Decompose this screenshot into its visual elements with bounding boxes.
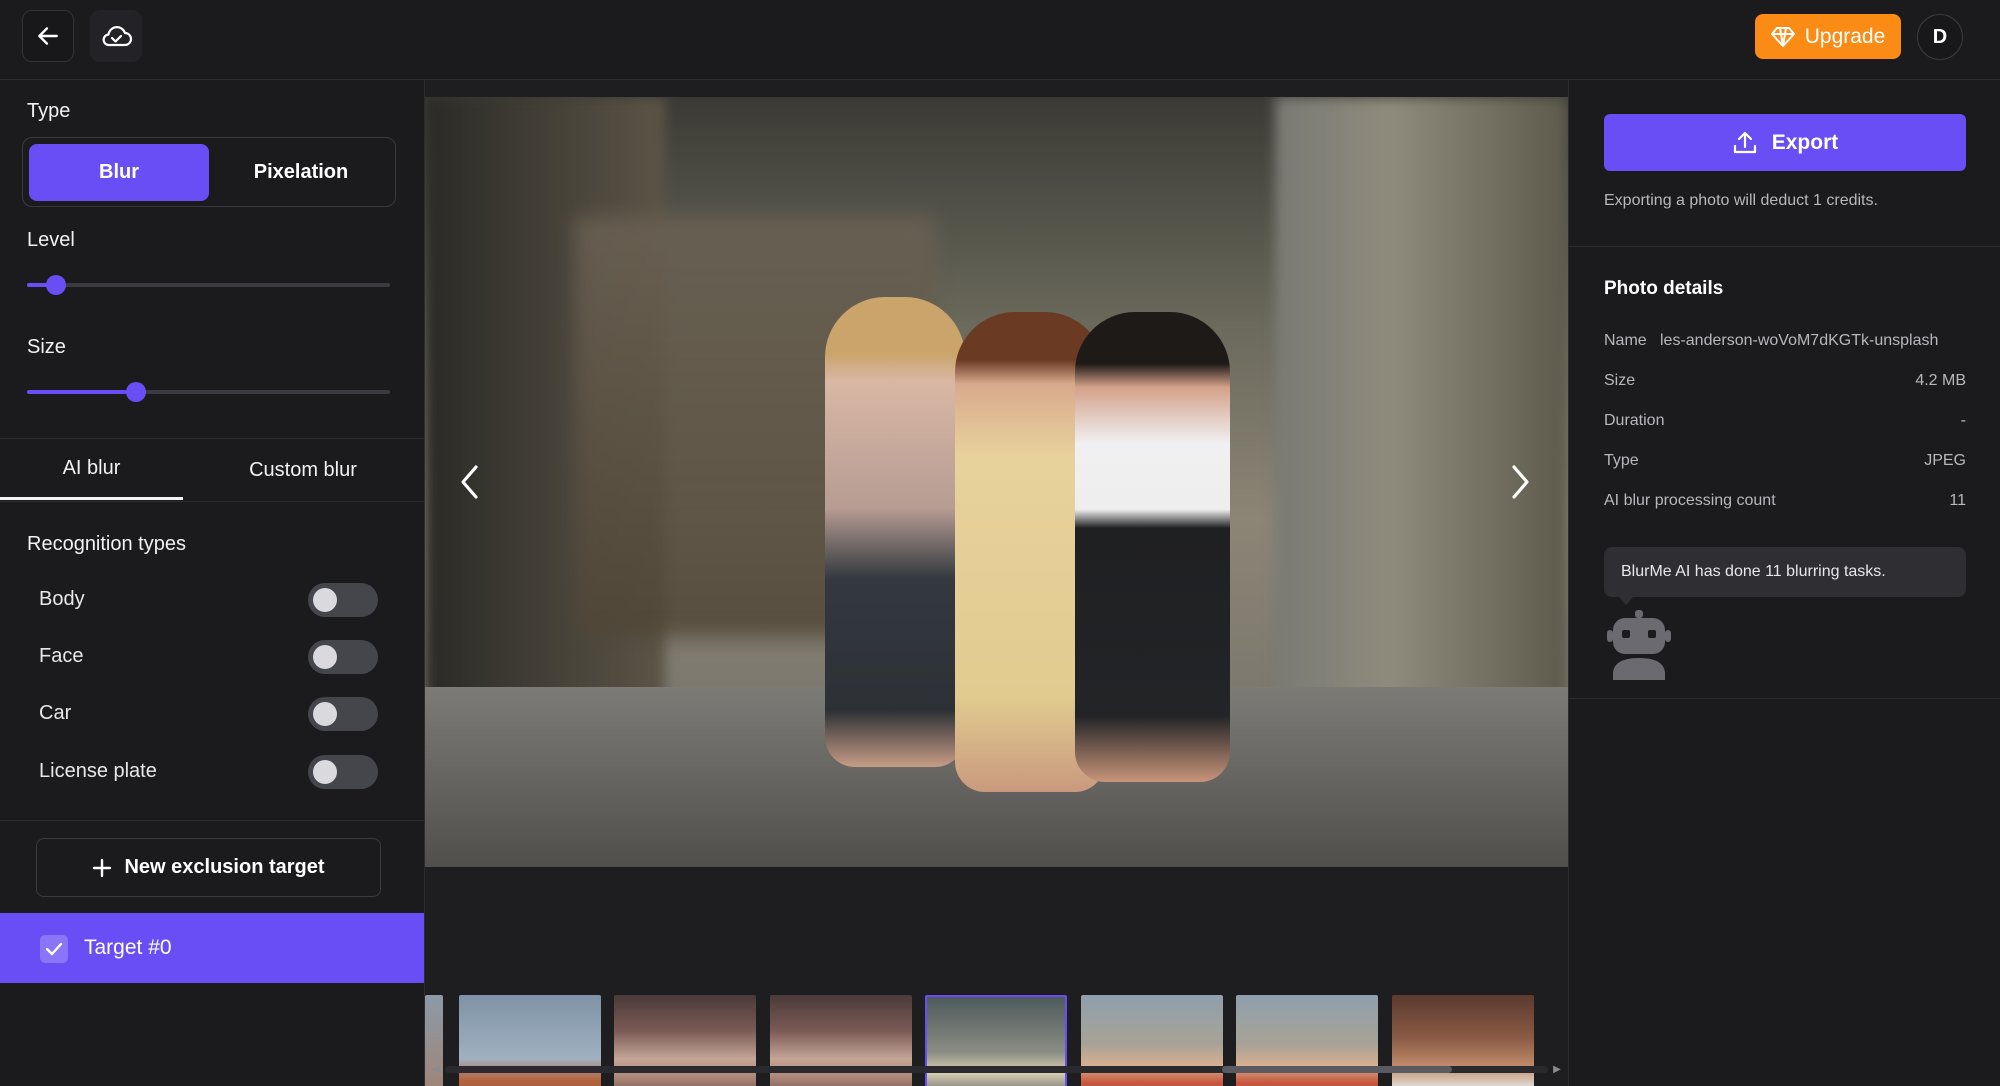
recognition-label: License plate (39, 760, 157, 782)
car-toggle[interactable] (308, 697, 378, 731)
detail-row-ai-count: AI blur processing count 11 (1604, 492, 1966, 516)
divider (0, 820, 424, 821)
scroll-left-icon[interactable]: ◀ (429, 1063, 443, 1075)
type-selector: Blur Pixelation (22, 137, 396, 207)
check-icon (45, 942, 63, 956)
cloud-check-icon (102, 26, 133, 47)
toggle-knob (313, 702, 337, 726)
recognition-row-license-plate: License plate (39, 752, 379, 792)
right-panel: Export Exporting a photo will deduct 1 c… (1568, 80, 2000, 1086)
plus-icon (93, 858, 112, 877)
detail-row-name: Name les-anderson-woVoM7dKGTk-unsplash (1604, 332, 1966, 356)
scroll-right-icon[interactable]: ▶ (1550, 1063, 1564, 1075)
level-slider[interactable] (27, 275, 390, 295)
upgrade-button[interactable]: Upgrade (1755, 14, 1901, 59)
left-panel: Type Blur Pixelation Level Size AI blur … (0, 80, 425, 1086)
recognition-row-body: Body (39, 580, 379, 620)
back-button[interactable] (22, 10, 74, 62)
scrollbar-thumb[interactable] (1222, 1066, 1452, 1073)
new-exclusion-target-button[interactable]: New exclusion target (36, 838, 381, 897)
next-photo-button[interactable] (1500, 462, 1540, 502)
detail-key: Size (1604, 372, 1636, 389)
export-label: Export (1771, 130, 1839, 154)
face-toggle[interactable] (308, 640, 378, 674)
divider (0, 501, 424, 502)
divider (1569, 246, 2000, 247)
chevron-left-icon (461, 465, 478, 499)
license-plate-toggle[interactable] (308, 755, 378, 789)
new-exclusion-target-label: New exclusion target (124, 856, 325, 878)
detail-key: Duration (1604, 412, 1665, 429)
detail-value: 4.2 MB (1915, 372, 1966, 389)
detail-row-size: Size 4.2 MB (1604, 372, 1966, 396)
export-note: Exporting a photo will deduct 1 credits. (1604, 192, 1878, 209)
person-figure (1075, 312, 1230, 782)
type-heading: Type (27, 100, 71, 122)
photo-details-title: Photo details (1604, 278, 1724, 299)
toggle-knob (313, 760, 337, 784)
avatar[interactable]: D (1917, 14, 1963, 60)
detail-key: Name (1604, 332, 1647, 349)
level-heading: Level (27, 229, 75, 251)
blur-type-button[interactable]: Blur (29, 144, 209, 201)
divider (0, 438, 424, 439)
recognition-row-face: Face (39, 637, 379, 677)
diamond-icon (1770, 26, 1795, 47)
tab-ai-blur[interactable]: AI blur (0, 440, 183, 500)
chevron-right-icon (1512, 465, 1529, 499)
upload-icon (1733, 131, 1756, 153)
arrow-left-icon (38, 27, 58, 45)
detail-value: les-anderson-woVoM7dKGTk-unsplash (1660, 332, 1939, 349)
divider (1569, 698, 2000, 699)
target-checkbox[interactable] (40, 935, 68, 963)
recognition-label: Face (39, 645, 84, 667)
recognition-row-car: Car (39, 694, 379, 734)
robot-icon (1607, 610, 1671, 680)
preview-photo[interactable] (425, 97, 1568, 867)
detail-key: Type (1604, 452, 1639, 469)
size-slider[interactable] (27, 382, 390, 402)
ai-message-bubble: BlurMe AI has done 11 blurring tasks. (1604, 547, 1966, 597)
detail-value: JPEG (1924, 452, 1966, 469)
level-slider-thumb[interactable] (46, 275, 67, 295)
body-toggle[interactable] (308, 583, 378, 617)
detail-value: 11 (1949, 492, 1966, 509)
bubble-tail (1617, 595, 1635, 605)
top-bar: Upgrade D (0, 0, 2000, 80)
target-label: Target #0 (84, 936, 172, 959)
previous-photo-button[interactable] (450, 462, 490, 502)
export-button[interactable]: Export (1604, 114, 1966, 171)
cloud-save-button[interactable] (90, 10, 142, 62)
size-slider-thumb[interactable] (125, 382, 146, 402)
toggle-knob (313, 588, 337, 612)
pixelation-type-button[interactable]: Pixelation (211, 144, 391, 201)
detail-row-duration: Duration - (1604, 412, 1966, 436)
target-item[interactable]: Target #0 (0, 913, 424, 983)
detail-value: - (1960, 412, 1966, 429)
toggle-knob (313, 645, 337, 669)
person-figure (825, 297, 965, 767)
upgrade-label: Upgrade (1804, 24, 1886, 48)
recognition-label: Body (39, 588, 85, 610)
recognition-label: Car (39, 702, 72, 724)
detail-key: AI blur processing count (1604, 492, 1776, 509)
main-canvas: ◀ ▶ (425, 80, 1568, 1086)
size-heading: Size (27, 336, 66, 358)
tab-custom-blur[interactable]: Custom blur (183, 440, 423, 500)
thumbnail-scrollbar[interactable]: ◀ ▶ (425, 1063, 1568, 1075)
detail-row-type: Type JPEG (1604, 452, 1966, 476)
size-slider-fill (27, 390, 136, 394)
recognition-types-heading: Recognition types (27, 533, 186, 555)
